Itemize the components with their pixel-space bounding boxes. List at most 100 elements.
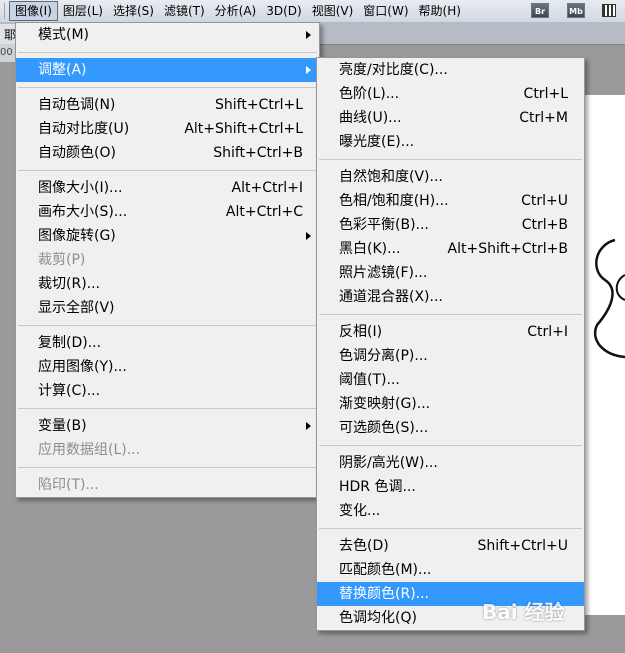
menu-item[interactable]: 调整(A) — [16, 58, 319, 82]
menu-item-shortcut: Ctrl+I — [527, 324, 568, 340]
menu-item[interactable]: 通道混合器(X)... — [317, 285, 584, 309]
menu-item[interactable]: 裁切(R)... — [16, 272, 319, 296]
menu-item[interactable]: 自动对比度(U) Alt+Shift+Ctrl+L — [16, 117, 319, 141]
menu-item-label: 图像旋转(G) — [38, 228, 116, 244]
menu-item[interactable]: 曝光度(E)... — [317, 130, 584, 154]
menu-divider — [18, 467, 317, 468]
menubar-item[interactable]: 帮助(H) — [414, 1, 466, 21]
menu-item[interactable]: 去色(D) Shift+Ctrl+U — [317, 534, 584, 558]
menu-item-label: 应用数据组(L)... — [38, 442, 141, 458]
menu-item-label: 裁剪(P) — [38, 252, 86, 268]
menu-item-label: 黑白(K)... — [339, 241, 401, 257]
menu-item[interactable]: HDR 色调... — [317, 475, 584, 499]
menubar-items: 图像(I) 图层(L) 选择(S) 滤镜(T) 分析(A) 3D(D) 视图(V) 窗口(W)… — [0, 1, 466, 21]
menu-item[interactable]: 亮度/对比度(C)... — [317, 58, 584, 82]
menu-item-label: HDR 色调... — [339, 479, 416, 495]
menu-item[interactable]: 匹配颜色(M)... — [317, 558, 584, 582]
menu-item[interactable]: 计算(C)... — [16, 379, 319, 403]
menu-item-label: 显示全部(V) — [38, 300, 115, 316]
submenu-arrow-icon — [306, 66, 311, 74]
menubar-item[interactable]: 图像(I) — [9, 1, 58, 21]
menu-item-label: 匹配颜色(M)... — [339, 562, 432, 578]
menubar-item[interactable]: 3D(D) — [261, 1, 306, 21]
menu-item[interactable]: 色相/饱和度(H)... Ctrl+U — [317, 189, 584, 213]
menu-item-label: 替换颜色(R)... — [339, 586, 430, 602]
menu-divider — [319, 314, 582, 315]
menu-item[interactable]: 画布大小(S)... Alt+Ctrl+C — [16, 200, 319, 224]
menu-item[interactable]: 反相(I) Ctrl+I — [317, 320, 584, 344]
menu-item[interactable]: 阴影/高光(W)... — [317, 451, 584, 475]
menubar-item[interactable]: 视图(V) — [307, 1, 359, 21]
menu-item[interactable]: 图像旋转(G) — [16, 224, 319, 248]
menu-item[interactable]: 应用图像(Y)... — [16, 355, 319, 379]
image-menu: 模式(M) 调整(A) 自动色调(N) Shift+Ctrl+L 自动对比度(U) Alt… — [15, 22, 320, 498]
menu-item[interactable]: 自然饱和度(V)... — [317, 165, 584, 189]
menu-item: 应用数据组(L)... — [16, 438, 319, 462]
menu-item-shortcut: Alt+Shift+Ctrl+B — [447, 241, 568, 257]
menu-item: 陷印(T)... — [16, 473, 319, 497]
menu-item[interactable]: 阈值(T)... — [317, 368, 584, 392]
menu-divider — [18, 170, 317, 171]
submenu-arrow-icon — [306, 232, 311, 240]
menu-item[interactable]: 黑白(K)... Alt+Shift+Ctrl+B — [317, 237, 584, 261]
menu-item[interactable]: 自动颜色(O) Shift+Ctrl+B — [16, 141, 319, 165]
menu-item-label: 图像大小(I)... — [38, 180, 123, 196]
menu-item-shortcut: Ctrl+U — [521, 193, 568, 209]
menubar: 图像(I) 图层(L) 选择(S) 滤镜(T) 分析(A) 3D(D) 视图(V) 窗口(W)… — [0, 0, 625, 23]
menu-item-label: 阴影/高光(W)... — [339, 455, 438, 471]
menu-divider — [319, 159, 582, 160]
grid-icon[interactable] — [602, 4, 616, 17]
menu-item[interactable]: 色调分离(P)... — [317, 344, 584, 368]
menu-divider — [319, 445, 582, 446]
menu-item-label: 通道混合器(X)... — [339, 289, 443, 305]
menu-item-shortcut: Shift+Ctrl+B — [213, 145, 303, 161]
menu-item-shortcut: Alt+Shift+Ctrl+L — [184, 121, 303, 137]
menu-item-shortcut: Alt+Ctrl+C — [225, 204, 303, 220]
menu-item[interactable]: 复制(D)... — [16, 331, 319, 355]
menu-divider — [18, 325, 317, 326]
menu-item[interactable]: 渐变映射(G)... — [317, 392, 584, 416]
menu-item-label: 照片滤镜(F)... — [339, 265, 428, 281]
menu-item-label: 色相/饱和度(H)... — [339, 193, 449, 209]
menu-item-label: 去色(D) — [339, 538, 389, 554]
menu-item[interactable]: 色阶(L)... Ctrl+L — [317, 82, 584, 106]
menu-item-label: 应用图像(Y)... — [38, 359, 127, 375]
menubar-item[interactable]: 图层(L) — [58, 1, 108, 21]
menu-item-label: 可选颜色(S)... — [339, 420, 429, 436]
menu-item-label: 自然饱和度(V)... — [339, 169, 443, 185]
menu-item[interactable]: 图像大小(I)... Alt+Ctrl+I — [16, 176, 319, 200]
menu-item-shortcut: Ctrl+M — [519, 110, 568, 126]
menu-item[interactable]: 色彩平衡(B)... Ctrl+B — [317, 213, 584, 237]
menu-item[interactable]: 模式(M) — [16, 23, 319, 47]
bridge-button[interactable]: Br — [531, 3, 549, 18]
document-tab[interactable]: 00 — [0, 44, 16, 62]
menu-item[interactable]: 变量(B) — [16, 414, 319, 438]
menu-item-label: 自动颜色(O) — [38, 145, 116, 161]
mini-bridge-button[interactable]: Mb — [567, 3, 585, 18]
menu-item-label: 复制(D)... — [38, 335, 102, 351]
menu-item-shortcut: Shift+Ctrl+U — [477, 538, 568, 554]
watermark-logo: Bai 经验 — [482, 600, 565, 624]
menu-item[interactable]: 变化... — [317, 499, 584, 523]
menubar-item[interactable]: 滤镜(T) — [159, 1, 210, 21]
menu-item-shortcut: Ctrl+L — [523, 86, 568, 102]
menu-divider — [18, 52, 317, 53]
menu-item[interactable]: 照片滤镜(F)... — [317, 261, 584, 285]
menu-item-label: 色调分离(P)... — [339, 348, 428, 364]
adjustments-submenu: 亮度/对比度(C)... 色阶(L)... Ctrl+L 曲线(U)... Ctrl+M… — [316, 57, 585, 631]
menubar-item[interactable]: 分析(A) — [210, 1, 262, 21]
menu-item-shortcut: Shift+Ctrl+L — [215, 97, 303, 113]
menu-item[interactable]: 自动色调(N) Shift+Ctrl+L — [16, 93, 319, 117]
menubar-item[interactable]: 选择(S) — [108, 1, 159, 21]
menu-item-label: 画布大小(S)... — [38, 204, 128, 220]
menubar-item[interactable]: 窗口(W) — [358, 1, 413, 21]
menu-divider — [319, 528, 582, 529]
menu-item-label: 自动色调(N) — [38, 97, 116, 113]
menu-item[interactable]: 曲线(U)... Ctrl+M — [317, 106, 584, 130]
menu-item-label: 反相(I) — [339, 324, 383, 340]
menu-item[interactable]: 可选颜色(S)... — [317, 416, 584, 440]
menu-item-label: 裁切(R)... — [38, 276, 101, 292]
menu-item-label: 亮度/对比度(C)... — [339, 62, 448, 78]
menu-item[interactable]: 显示全部(V) — [16, 296, 319, 320]
menu-item: 裁剪(P) — [16, 248, 319, 272]
